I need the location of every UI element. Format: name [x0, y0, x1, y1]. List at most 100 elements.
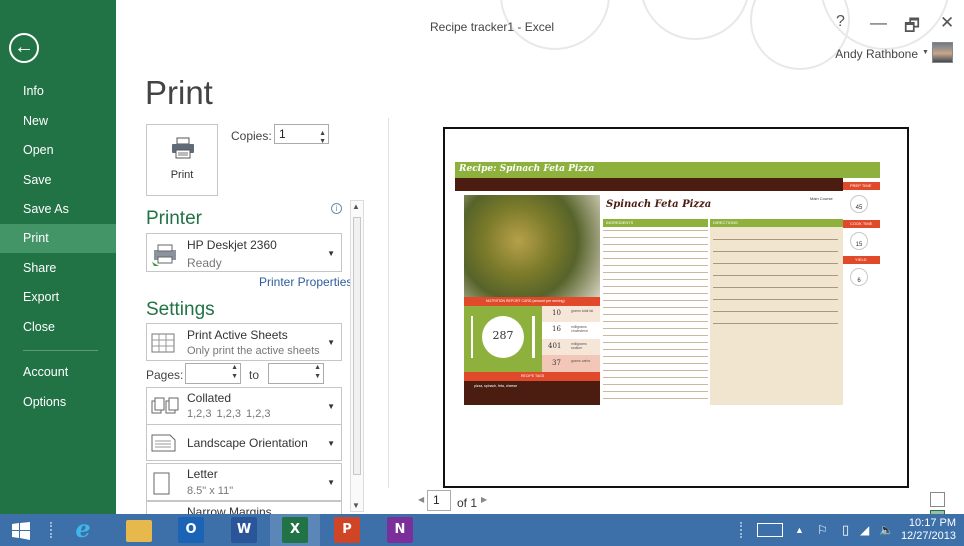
windows-start-icon[interactable] [12, 522, 30, 540]
account-name[interactable]: Andy Rathbone [835, 47, 918, 61]
taskbar-onenote[interactable]: N [387, 517, 413, 543]
margins-main: Narrow Margins [187, 505, 272, 514]
paper-sub: 8.5" x 11" [187, 485, 234, 497]
orientation-select[interactable]: Landscape Orientation ▼ [146, 424, 342, 461]
yield-circle: 6 [850, 268, 868, 286]
recipe-title: Spinach Feta Pizza [606, 199, 712, 210]
taskbar-ie[interactable]: e [70, 517, 96, 543]
collation-select[interactable]: Collated 1,2,3 1,2,3 1,2,3 ▼ [146, 387, 342, 425]
recipe-photo [464, 195, 600, 297]
nav-item-print[interactable]: Print [0, 224, 116, 253]
nutrient-row: 10 grams total fat [542, 306, 600, 322]
nutrient-value: 16 [552, 325, 561, 333]
clock[interactable]: 10:17 PM 12/27/2013 [901, 517, 956, 543]
taskbar: e O W X P N ▲ ⚐ ▯ ◢ 🔈 10:17 PM 12/27/201… [0, 514, 964, 546]
next-page-icon[interactable]: ▶ [481, 495, 487, 504]
taskbar-outlook[interactable]: O [178, 517, 204, 543]
directions-heading: DIRECTIONS [713, 220, 738, 225]
nav-item-options[interactable]: Options [0, 388, 116, 417]
paper-main: Letter [187, 467, 218, 481]
account-dropdown-icon[interactable]: ▼ [922, 49, 929, 56]
tags-header: RECIPE TAGS [464, 372, 600, 381]
clock-date: 12/27/2013 [900, 530, 956, 542]
restore-button[interactable]: 🗗 [904, 13, 920, 42]
printer-select[interactable]: HP Deskjet 2360 Ready ▼ [146, 233, 342, 272]
pages-from-down-icon[interactable]: ▼ [231, 373, 238, 380]
flag-icon[interactable]: ⚐ [817, 523, 828, 537]
scroll-down-icon[interactable]: ▼ [352, 501, 360, 510]
prep-time-label: PREP TIME [850, 183, 872, 188]
taskbar-excel[interactable]: X [282, 517, 308, 543]
page-count: of 1 [457, 496, 478, 510]
avatar[interactable] [932, 42, 953, 63]
chevron-down-icon: ▼ [327, 249, 335, 258]
cook-time-header: COOK TIME [843, 220, 880, 228]
nutrient-table: 10 grams total fat 16 milligrams cholest… [542, 306, 600, 372]
help-button[interactable]: ? [836, 13, 845, 31]
pages-to-input[interactable]: ▲ ▼ [268, 363, 324, 384]
pages-to-down-icon[interactable]: ▼ [314, 373, 321, 380]
pages-from-up-icon[interactable]: ▲ [231, 364, 238, 371]
keyboard-icon[interactable] [757, 523, 783, 537]
print-button[interactable]: Print [146, 124, 218, 196]
panel-divider [388, 118, 389, 488]
scroll-up-icon[interactable]: ▲ [352, 202, 360, 211]
nutrient-label: milligrams sodium [571, 342, 587, 350]
print-button-label: Print [170, 169, 194, 181]
ingredients-header: INGREDIENTS [603, 219, 708, 227]
cook-time-value: 15 [855, 242, 863, 248]
previous-page-icon[interactable]: ◀ [418, 495, 424, 504]
nav-item-open[interactable]: Open [0, 136, 116, 165]
scope-sub: Only print the active sheets [187, 345, 320, 357]
scrollbar-thumb[interactable] [353, 217, 361, 475]
knife-icon [532, 316, 535, 358]
nav-item-info[interactable]: Info [0, 77, 116, 106]
show-hidden-icons-icon[interactable]: ▲ [795, 525, 804, 535]
nav-item-new[interactable]: New [0, 107, 116, 136]
taskbar-explorer[interactable] [126, 520, 152, 542]
settings-scrollbar[interactable]: ▲ ▼ [350, 200, 364, 512]
calorie-panel: 287 [464, 306, 542, 372]
taskbar-word[interactable]: W [231, 517, 257, 543]
yield-label: YIELD [855, 257, 867, 262]
chevron-down-icon: ▼ [327, 402, 335, 411]
close-button[interactable]: ✕ [940, 13, 954, 33]
minimize-button[interactable]: — [870, 13, 887, 33]
nav-item-save[interactable]: Save [0, 166, 116, 195]
nutrient-label: grams carbs [571, 359, 591, 363]
nav-item-export[interactable]: Export [0, 283, 116, 312]
settings-heading: Settings [146, 299, 215, 320]
ingredients-heading: INGREDIENTS [606, 220, 634, 225]
directions-list [710, 227, 843, 405]
paper-size-select[interactable]: Letter 8.5" x 11" ▼ [146, 463, 342, 501]
volume-icon[interactable]: 🔈 [879, 523, 894, 537]
gripper-icon [50, 522, 56, 538]
show-margins-icon[interactable] [930, 492, 945, 507]
copies-down-icon[interactable]: ▼ [319, 133, 326, 151]
battery-icon[interactable]: ▯ [842, 522, 849, 538]
margins-select[interactable]: Narrow Margins [146, 501, 342, 514]
pages-from-input[interactable]: ▲ ▼ [185, 363, 241, 384]
prep-time-circle: 45 [850, 195, 868, 213]
calorie-plate: 287 [482, 316, 524, 358]
nav-item-account[interactable]: Account [0, 358, 116, 387]
nutrition-heading: NUTRITION REPORT CARD (amount per servin… [486, 299, 565, 303]
print-preview: Recipe: Spinach Feta Pizza Spinach Feta … [443, 127, 909, 488]
nav-item-save-as[interactable]: Save As [0, 195, 116, 224]
nav-item-share[interactable]: Share [0, 254, 116, 283]
printer-properties-link[interactable]: Printer Properties [259, 275, 352, 289]
cook-time-label: COOK TIME [850, 221, 873, 226]
taskbar-powerpoint[interactable]: P [334, 517, 360, 543]
nutrient-label: grams total fat [571, 309, 594, 313]
page-number-input[interactable]: 1 [427, 490, 451, 511]
print-scope-select[interactable]: Print Active Sheets Only print the activ… [146, 323, 342, 361]
collated-icon [151, 397, 179, 414]
network-icon[interactable]: ◢ [860, 523, 869, 537]
copies-label: Copies: [231, 129, 272, 143]
nutrition-header: NUTRITION REPORT CARD (amount per servin… [464, 297, 600, 306]
back-button[interactable]: ← [9, 33, 39, 63]
copies-input[interactable]: 1 ▲ ▼ [274, 124, 329, 145]
nav-item-close[interactable]: Close [0, 313, 116, 342]
pages-to-up-icon[interactable]: ▲ [314, 364, 321, 371]
info-icon[interactable]: i [331, 203, 342, 214]
